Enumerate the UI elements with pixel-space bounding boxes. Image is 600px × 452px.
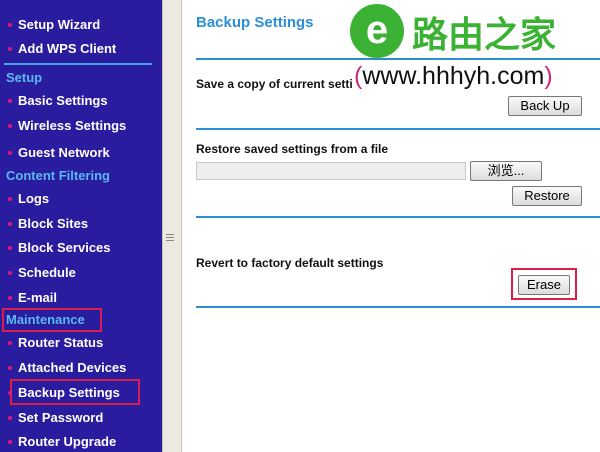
sidebar-item-label: Attached Devices xyxy=(18,360,127,375)
sidebar-item-wireless-settings[interactable]: Wireless Settings xyxy=(0,116,126,136)
sidebar-item-label: E-mail xyxy=(18,290,58,305)
browse-button[interactable]: 浏览... xyxy=(470,161,542,181)
sidebar-item-block-services[interactable]: Block Services xyxy=(0,238,111,258)
bullet-icon xyxy=(8,123,12,128)
bullet-icon xyxy=(8,340,12,345)
sidebar-item-block-sites[interactable]: Block Sites xyxy=(0,214,88,234)
sidebar-item-router-upgrade[interactable]: Router Upgrade xyxy=(0,432,116,452)
sidebar-item-label: Basic Settings xyxy=(18,93,108,108)
restore-label: Restore saved settings from a file xyxy=(196,142,389,156)
sidebar-divider xyxy=(4,63,152,65)
bullet-icon xyxy=(8,365,12,370)
sidebar-item-label: Router Status xyxy=(18,335,104,350)
sidebar-item-label: Schedule xyxy=(18,265,76,280)
bullet-icon xyxy=(8,221,12,226)
watermark-logo: e 路由之家 xyxy=(350,2,600,60)
page-title: Backup Settings xyxy=(196,14,314,31)
bullet-icon xyxy=(8,22,12,27)
bullet-icon xyxy=(8,270,12,275)
bullet-icon xyxy=(8,196,12,201)
sidebar-item-setup-wizard[interactable]: Setup Wizard xyxy=(0,15,100,35)
restore-button[interactable]: Restore xyxy=(512,186,582,206)
splitter-grip-icon xyxy=(166,234,174,243)
sidebar-item-label: Block Services xyxy=(18,240,111,255)
sidebar-nav: Setup Wizard Add WPS Client Setup Basic … xyxy=(0,0,162,452)
sidebar-item-label: Block Sites xyxy=(18,216,89,231)
bullet-icon xyxy=(8,439,12,444)
sidebar-item-label: Setup Wizard xyxy=(18,17,101,32)
bullet-icon xyxy=(8,390,12,395)
sidebar-item-email[interactable]: E-mail xyxy=(0,288,57,308)
sidebar-section-content-filtering: Content Filtering xyxy=(6,168,110,183)
sidebar-item-basic-settings[interactable]: Basic Settings xyxy=(0,91,108,111)
backup-label: Save a copy of current settings xyxy=(196,77,375,91)
section-divider xyxy=(196,216,600,218)
erase-button[interactable]: Erase xyxy=(518,275,570,295)
sidebar-item-label: Router Upgrade xyxy=(18,434,117,449)
sidebar-item-attached-devices[interactable]: Attached Devices xyxy=(0,358,126,378)
sidebar-item-label: Logs xyxy=(18,191,50,206)
sidebar-item-backup-settings[interactable]: Backup Settings xyxy=(0,383,120,403)
bullet-icon xyxy=(8,295,12,300)
sidebar-item-router-status[interactable]: Router Status xyxy=(0,333,103,353)
section-divider xyxy=(196,306,600,308)
sidebar-item-label: Backup Settings xyxy=(18,385,120,400)
bullet-icon xyxy=(8,245,12,250)
restore-file-input[interactable] xyxy=(196,162,466,180)
bullet-icon xyxy=(8,98,12,103)
bullet-icon xyxy=(8,46,12,51)
section-divider xyxy=(196,128,600,130)
revert-label: Revert to factory default settings xyxy=(196,256,384,270)
watermark-url: (www.hhhyh.com) xyxy=(352,62,555,91)
sidebar-item-label: Guest Network xyxy=(18,145,110,160)
sidebar-section-maintenance: Maintenance xyxy=(6,312,85,327)
back-up-button[interactable]: Back Up xyxy=(508,96,582,116)
bullet-icon xyxy=(8,150,12,155)
site-logo-icon: e xyxy=(350,4,404,58)
sidebar-item-set-password[interactable]: Set Password xyxy=(0,408,103,428)
sidebar-item-add-wps-client[interactable]: Add WPS Client xyxy=(0,39,116,59)
sidebar-item-label: Add WPS Client xyxy=(18,41,117,56)
sidebar-item-label: Wireless Settings xyxy=(18,118,127,133)
sidebar-section-setup: Setup xyxy=(6,70,43,85)
sidebar-item-schedule[interactable]: Schedule xyxy=(0,263,76,283)
watermark-site-name: 路由之家 xyxy=(412,15,557,56)
frame-splitter[interactable] xyxy=(162,0,182,452)
sidebar-item-label: Set Password xyxy=(18,410,104,425)
bullet-icon xyxy=(8,415,12,420)
sidebar-item-guest-network[interactable]: Guest Network xyxy=(0,143,110,163)
sidebar-item-logs[interactable]: Logs xyxy=(0,189,49,209)
